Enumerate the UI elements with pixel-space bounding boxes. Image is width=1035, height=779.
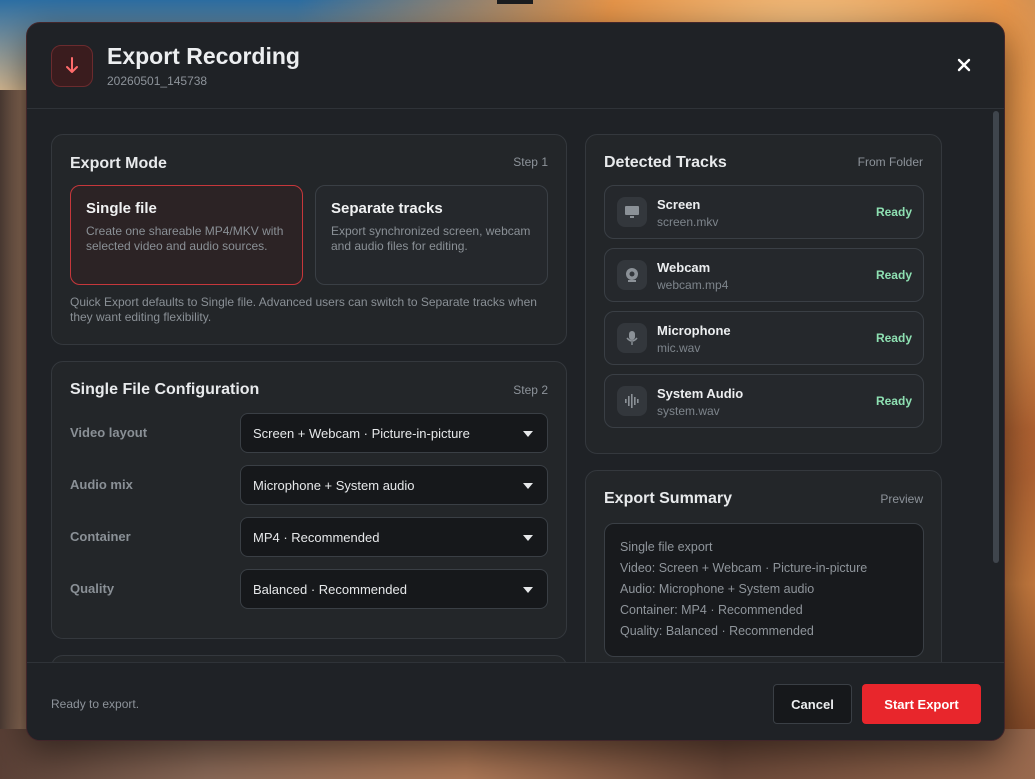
track-webcam: Webcam webcam.mp4 Ready <box>604 248 924 302</box>
dialog-title: Export Recording <box>107 43 300 69</box>
recording-id: 20260501_145738 <box>107 74 208 88</box>
select-value: Balanced · Recommended <box>253 582 407 597</box>
track-file: system.wav <box>657 404 720 418</box>
dialog-content: Export Mode Step 1 Single file Create on… <box>27 110 1004 662</box>
chevron-down-icon <box>523 587 533 593</box>
track-status: Ready <box>875 331 912 345</box>
mode-option-desc: Create one shareable MP4/MKV with select… <box>86 224 284 253</box>
summary-line: Quality: Balanced · Recommended <box>620 624 814 638</box>
webcam-icon <box>617 260 647 290</box>
mode-option-separate-tracks[interactable]: Separate tracks Export synchronized scre… <box>315 185 548 285</box>
dialog-footer: Ready to export. Cancel Start Export <box>27 662 1004 740</box>
summary-line: Audio: Microphone + System audio <box>620 582 815 596</box>
track-file: webcam.mp4 <box>657 278 729 292</box>
track-system-audio: System Audio system.wav Ready <box>604 374 924 428</box>
next-section-card <box>51 655 567 662</box>
container-label: Container <box>70 529 131 544</box>
track-file: mic.wav <box>657 341 701 355</box>
quality-select[interactable]: Balanced · Recommended <box>240 569 548 609</box>
summary-line: Video: Screen + Webcam · Picture-in-pict… <box>620 561 868 575</box>
track-status: Ready <box>875 394 912 408</box>
detected-tracks-title: Detected Tracks <box>604 154 727 171</box>
dialog-header: Export Recording 20260501_145738 <box>27 23 1004 109</box>
scrollbar-thumb[interactable] <box>993 111 999 563</box>
select-value: Microphone + System audio <box>253 478 415 493</box>
track-name: Screen <box>657 197 701 212</box>
export-dialog: Export Recording 20260501_145738 Export … <box>26 22 1005 741</box>
detected-tracks-source: From Folder <box>857 155 923 169</box>
quality-label: Quality <box>70 581 115 596</box>
waveform-icon <box>617 386 647 416</box>
mode-option-title: Single file <box>86 200 157 217</box>
chevron-down-icon <box>523 431 533 437</box>
summary-title: Export Summary <box>604 490 733 507</box>
video-layout-select[interactable]: Screen + Webcam · Picture-in-picture <box>240 413 548 453</box>
track-screen: Screen screen.mkv Ready <box>604 185 924 239</box>
container-select[interactable]: MP4 · Recommended <box>240 517 548 557</box>
summary-line: Single file export <box>620 540 713 554</box>
select-value: Screen + Webcam · Picture-in-picture <box>253 426 470 441</box>
export-mode-title: Export Mode <box>70 155 167 172</box>
mode-option-desc: Export synchronized screen, webcam and a… <box>331 224 531 253</box>
chevron-down-icon <box>523 483 533 489</box>
export-status-text: Ready to export. <box>51 697 140 711</box>
track-name: Microphone <box>657 323 731 338</box>
detected-tracks-card: Detected Tracks From Folder Screen scree… <box>585 134 942 454</box>
track-status: Ready <box>875 268 912 282</box>
summary-line: Container: MP4 · Recommended <box>620 603 803 617</box>
summary-tag: Preview <box>880 492 923 506</box>
mode-option-single-file[interactable]: Single file Create one shareable MP4/MKV… <box>70 185 303 285</box>
top-notch <box>497 0 533 4</box>
export-summary-card: Export Summary Preview Single file expor… <box>585 470 942 662</box>
select-value: MP4 · Recommended <box>253 530 380 545</box>
summary-box: Single file export Video: Screen + Webca… <box>604 523 924 657</box>
config-title: Single File Configuration <box>70 381 260 398</box>
audio-mix-label: Audio mix <box>70 477 133 492</box>
chevron-down-icon <box>523 535 533 541</box>
track-name: Webcam <box>657 260 711 275</box>
audio-mix-select[interactable]: Microphone + System audio <box>240 465 548 505</box>
start-export-button[interactable]: Start Export <box>862 684 981 724</box>
track-status: Ready <box>875 205 912 219</box>
video-layout-label: Video layout <box>70 425 148 440</box>
config-step: Step 2 <box>513 383 548 397</box>
monitor-icon <box>617 197 647 227</box>
microphone-icon <box>617 323 647 353</box>
export-mode-note: Quick Export defaults to Single file. Ad… <box>70 295 537 324</box>
cancel-button[interactable]: Cancel <box>773 684 852 724</box>
download-arrow-icon <box>51 45 93 87</box>
export-mode-card: Export Mode Step 1 Single file Create on… <box>51 134 567 345</box>
single-file-config-card: Single File Configuration Step 2 Video l… <box>51 361 567 639</box>
mode-option-title: Separate tracks <box>331 200 443 217</box>
track-name: System Audio <box>657 386 744 401</box>
track-file: screen.mkv <box>657 215 719 229</box>
track-microphone: Microphone mic.wav Ready <box>604 311 924 365</box>
close-icon[interactable] <box>952 53 976 77</box>
export-mode-step: Step 1 <box>513 155 548 169</box>
